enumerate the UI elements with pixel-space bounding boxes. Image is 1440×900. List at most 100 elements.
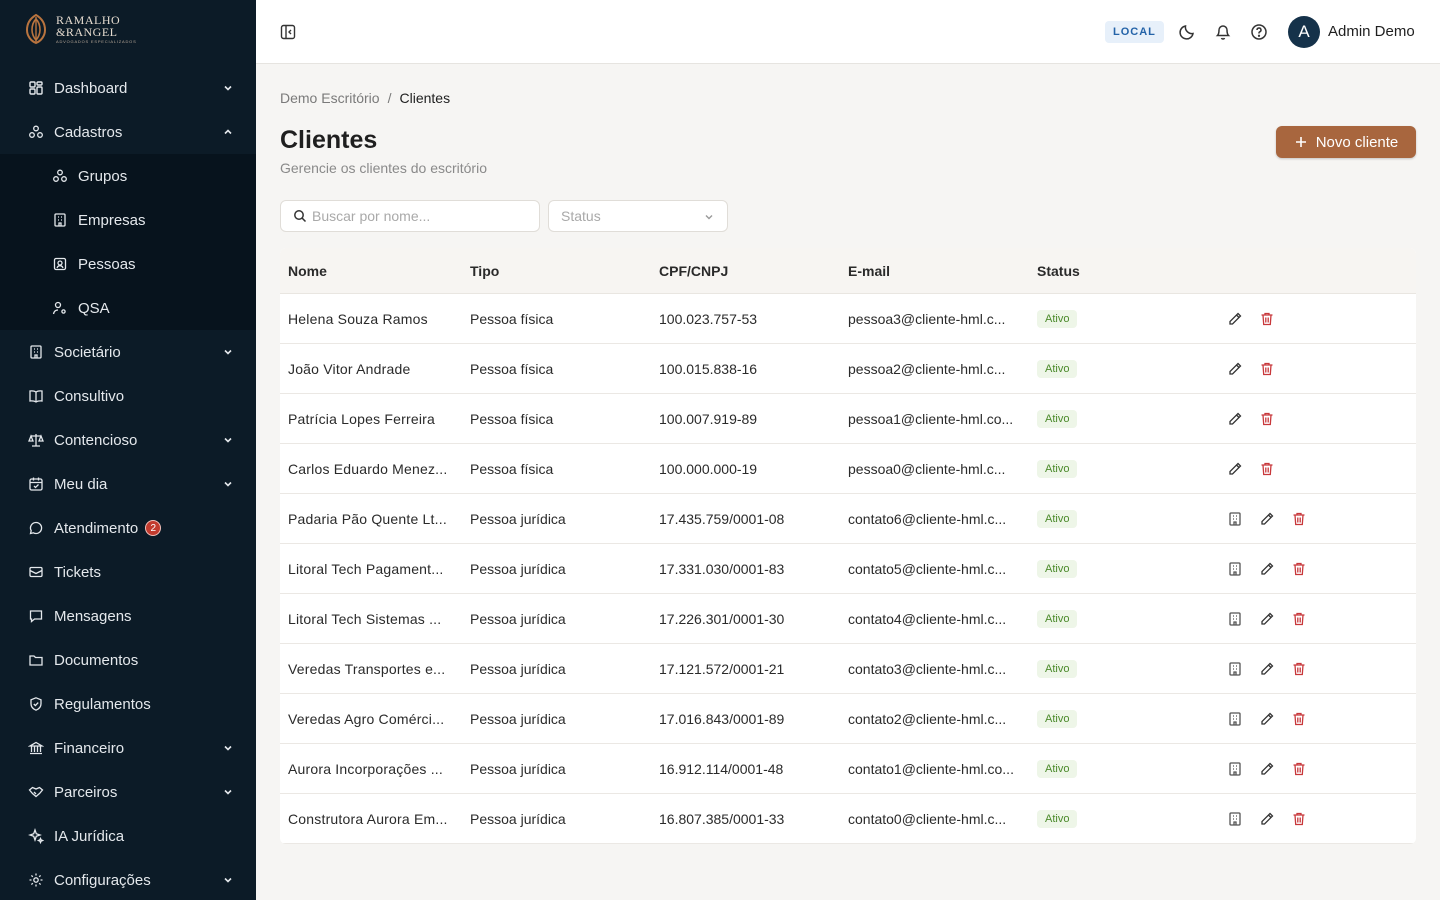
delete-icon[interactable]	[1291, 711, 1307, 727]
edit-icon[interactable]	[1259, 761, 1275, 777]
scale-icon	[28, 432, 44, 448]
edit-icon[interactable]	[1259, 811, 1275, 827]
sidebar-item-parceiros[interactable]: Parceiros	[0, 770, 256, 814]
status-filter-select[interactable]: Status	[548, 200, 728, 232]
delete-icon[interactable]	[1259, 311, 1275, 327]
cell-status: Ativo	[1037, 309, 1227, 328]
breadcrumb-root-link[interactable]: Demo Escritório	[280, 90, 380, 106]
table-row[interactable]: Carlos Eduardo Menez... Pessoa física 100.…	[280, 444, 1416, 494]
column-header-nome[interactable]: Nome	[280, 263, 470, 279]
view-company-icon[interactable]	[1227, 811, 1243, 827]
sidebar-item-regulamentos[interactable]: Regulamentos	[0, 682, 256, 726]
sidebar-item-cadastros[interactable]: Cadastros	[0, 110, 256, 154]
table-row[interactable]: Padaria Pão Quente Lt... Pessoa jurídica 1…	[280, 494, 1416, 544]
delete-icon[interactable]	[1259, 461, 1275, 477]
column-header-cpf-cnpj[interactable]: CPF/CNPJ	[659, 263, 848, 279]
column-header-email[interactable]: E-mail	[848, 263, 1037, 279]
sidebar-item-meu-dia[interactable]: Meu dia	[0, 462, 256, 506]
book-icon	[28, 388, 44, 404]
view-company-icon[interactable]	[1227, 511, 1243, 527]
sidebar-item-label: Documentos	[54, 651, 139, 669]
edit-icon[interactable]	[1259, 511, 1275, 527]
view-company-icon[interactable]	[1227, 561, 1243, 577]
edit-icon[interactable]	[1227, 461, 1243, 477]
sidebar-item-label: Grupos	[78, 167, 128, 185]
sidebar-item-societario[interactable]: Societário	[0, 330, 256, 374]
sidebar-item-financeiro[interactable]: Financeiro	[0, 726, 256, 770]
brand-logo[interactable]: RAMALHO &RANGEL ADVOGADOS ESPECIALIZADOS	[24, 12, 137, 46]
edit-icon[interactable]	[1227, 311, 1243, 327]
table-row[interactable]: Helena Souza Ramos Pessoa física 100.023.7…	[280, 294, 1416, 344]
view-company-icon[interactable]	[1227, 711, 1243, 727]
delete-icon[interactable]	[1291, 511, 1307, 527]
chevron-down-icon	[222, 433, 234, 445]
table-row[interactable]: Construtora Aurora Em... Pessoa jurídica 1…	[280, 794, 1416, 844]
sidebar-collapse-icon[interactable]	[280, 24, 296, 40]
table-row[interactable]: Aurora Incorporações ... Pessoa jurídica 1…	[280, 744, 1416, 794]
view-company-icon[interactable]	[1227, 661, 1243, 677]
edit-icon[interactable]	[1259, 711, 1275, 727]
sidebar-item-contencioso[interactable]: Contencioso	[0, 418, 256, 462]
delete-icon[interactable]	[1291, 761, 1307, 777]
cadastros-submenu: Grupos Empresas Pessoas QSA	[0, 154, 256, 330]
view-company-icon[interactable]	[1227, 611, 1243, 627]
building-icon	[28, 344, 44, 360]
page-title: Clientes	[280, 126, 378, 154]
search-input[interactable]	[312, 208, 512, 224]
sidebar-item-consultivo[interactable]: Consultivo	[0, 374, 256, 418]
status-badge: Ativo	[1037, 610, 1078, 628]
delete-icon[interactable]	[1291, 611, 1307, 627]
delete-icon[interactable]	[1291, 811, 1307, 827]
row-actions	[1227, 811, 1416, 827]
table-row[interactable]: João Vitor Andrade Pessoa física 100.015.8…	[280, 344, 1416, 394]
sidebar-item-label: Tickets	[54, 563, 101, 581]
environment-badge: LOCAL	[1105, 21, 1164, 43]
cell-email: contato6@cliente-hml.c...	[848, 510, 1007, 527]
bank-icon	[28, 740, 44, 756]
sidebar-item-pessoas[interactable]: Pessoas	[0, 242, 256, 286]
delete-icon[interactable]	[1291, 561, 1307, 577]
sidebar-item-qsa[interactable]: QSA	[0, 286, 256, 330]
delete-icon[interactable]	[1259, 361, 1275, 377]
sidebar-item-mensagens[interactable]: Mensagens	[0, 594, 256, 638]
user-avatar[interactable]: A	[1288, 16, 1320, 48]
sidebar-item-dashboard[interactable]: Dashboard	[0, 66, 256, 110]
edit-icon[interactable]	[1259, 561, 1275, 577]
help-icon[interactable]	[1250, 23, 1268, 41]
edit-icon[interactable]	[1259, 611, 1275, 627]
cell-cpf-cnpj: 17.226.301/0001-30	[659, 610, 785, 627]
sidebar-item-grupos[interactable]: Grupos	[0, 154, 256, 198]
edit-icon[interactable]	[1259, 661, 1275, 677]
sidebar-item-empresas[interactable]: Empresas	[0, 198, 256, 242]
sidebar-item-configuracoes[interactable]: Configurações	[0, 858, 256, 900]
delete-icon[interactable]	[1291, 661, 1307, 677]
column-header-tipo[interactable]: Tipo	[470, 263, 659, 279]
delete-icon[interactable]	[1259, 411, 1275, 427]
table-row[interactable]: Veredas Agro Comérci... Pessoa jurídica 17…	[280, 694, 1416, 744]
view-company-icon[interactable]	[1227, 761, 1243, 777]
notifications-bell-icon[interactable]	[1214, 23, 1232, 41]
sparkles-icon	[28, 828, 44, 844]
edit-icon[interactable]	[1227, 361, 1243, 377]
cell-nome: Litoral Tech Pagament...	[288, 560, 444, 577]
table-row[interactable]: Patrícia Lopes Ferreira Pessoa física 100.…	[280, 394, 1416, 444]
contact-icon	[52, 256, 68, 272]
column-header-status[interactable]: Status	[1037, 263, 1227, 279]
cell-email: contato3@cliente-hml.c...	[848, 660, 1007, 677]
table-row[interactable]: Litoral Tech Pagament... Pessoa jurídica 1…	[280, 544, 1416, 594]
new-client-button[interactable]: Novo cliente	[1276, 126, 1416, 158]
cell-tipo: Pessoa física	[470, 310, 554, 327]
dark-mode-toggle-icon[interactable]	[1178, 23, 1196, 41]
sidebar-item-atendimento[interactable]: Atendimento 2	[0, 506, 256, 550]
table-row[interactable]: Veredas Transportes e... Pessoa jurídica 1…	[280, 644, 1416, 694]
row-actions	[1227, 561, 1416, 577]
cell-status: Ativo	[1037, 559, 1227, 578]
status-badge: Ativo	[1037, 710, 1078, 728]
search-field	[280, 200, 540, 232]
sidebar-item-documentos[interactable]: Documentos	[0, 638, 256, 682]
sidebar-item-tickets[interactable]: Tickets	[0, 550, 256, 594]
user-name[interactable]: Admin Demo	[1328, 23, 1415, 40]
edit-icon[interactable]	[1227, 411, 1243, 427]
sidebar-item-ia-juridica[interactable]: IA Jurídica	[0, 814, 256, 858]
table-row[interactable]: Litoral Tech Sistemas ... Pessoa jurídica…	[280, 594, 1416, 644]
